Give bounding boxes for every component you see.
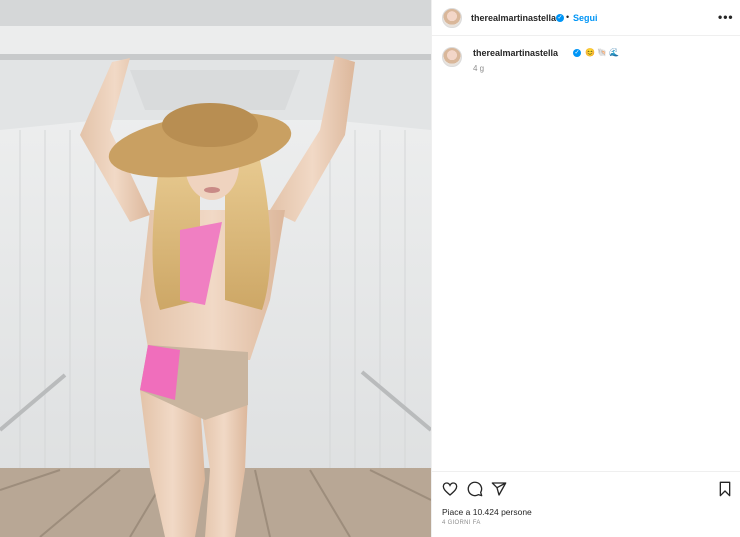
post-image[interactable] [0,0,431,537]
paper-plane-icon[interactable] [491,481,507,497]
action-bar: Piace a 10.424 persone 4 GIORNI FA [432,471,740,537]
separator-dot: • [566,12,570,22]
caption-verified-badge-icon: ✓ [573,49,581,57]
smile-emoji-icon: 😊 [585,48,595,57]
verified-badge-icon: ✓ [556,14,564,22]
follow-button[interactable]: Segui [573,13,598,23]
wave-emoji-icon: 🌊 [609,48,619,57]
post-date: 4 GIORNI FA [442,520,481,526]
comment-icon[interactable] [467,481,483,497]
avatar[interactable] [442,8,462,28]
post-photo-illustration [0,0,431,537]
heart-icon[interactable] [442,481,458,497]
shell-emoji-icon: 🐚 [597,48,607,57]
more-options-icon[interactable]: ••• [718,10,734,24]
likes-count[interactable]: Piace a 10.424 persone [442,507,532,517]
caption-avatar[interactable] [442,47,462,67]
post-time[interactable]: 4 g [473,64,484,73]
post-header: therealmartinastella ✓ • Segui ••• [432,0,740,36]
post-details-panel: therealmartinastella ✓ • Segui ••• there… [431,0,740,537]
bookmark-icon[interactable] [718,481,732,497]
caption-username-link[interactable]: therealmartinastella [473,48,558,58]
username-link[interactable]: therealmartinastella [471,13,556,23]
